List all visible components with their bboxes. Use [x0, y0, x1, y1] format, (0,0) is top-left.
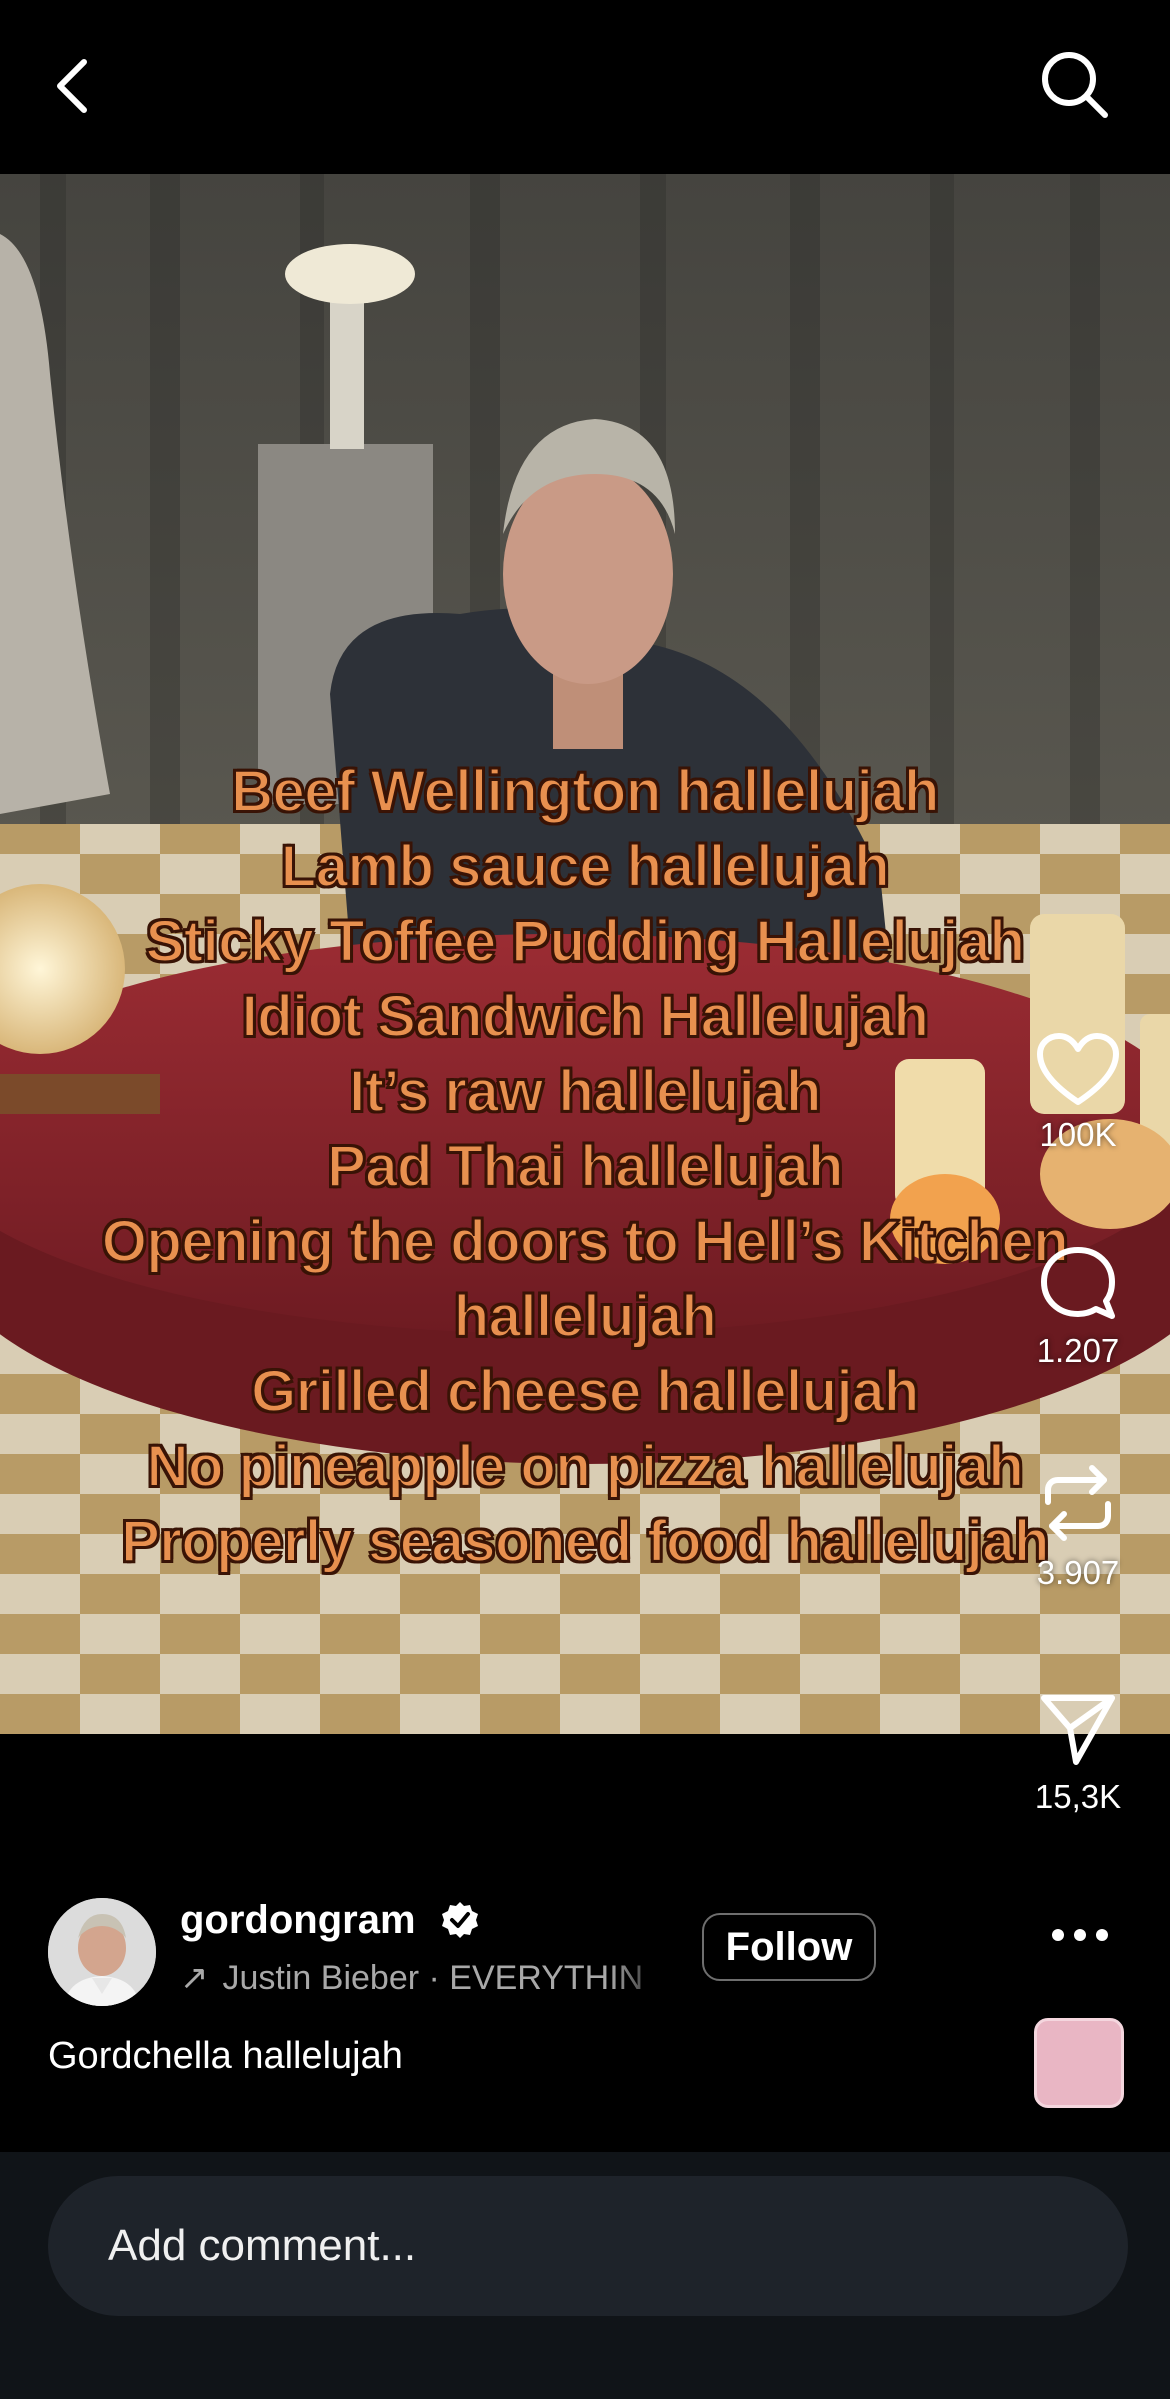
like-button[interactable]: 100K: [998, 1032, 1158, 1154]
comment-input[interactable]: [48, 2176, 1128, 2316]
repost-icon: [1045, 1465, 1111, 1541]
chevron-left-icon: [57, 59, 87, 113]
overlay-line: Pad Thai hallelujah: [326, 1133, 844, 1200]
overlay-line: Grilled cheese hallelujah: [250, 1358, 920, 1425]
top-bar: [0, 0, 1170, 174]
music-fade: [610, 1958, 670, 2002]
overlay-line: It’s raw hallelujah: [348, 1058, 822, 1125]
comment-count: 1.207: [1036, 1332, 1120, 1369]
comment-bar: [0, 2152, 1170, 2399]
overlay-line: Beef Wellington hallelujah: [230, 758, 940, 825]
send-icon: [1041, 1695, 1115, 1765]
music-attribution[interactable]: ↗ Justin Bieber · EVERYTHIN: [180, 1958, 670, 2002]
verified-badge-icon: [442, 1902, 478, 1938]
video-player[interactable]: Beef Wellington hallelujah Lamb sauce ha…: [0, 174, 1170, 1734]
comment-icon: [1041, 1247, 1115, 1319]
audio-thumbnail[interactable]: [1034, 2018, 1124, 2108]
overlay-line: Lamb sauce hallelujah: [280, 833, 891, 900]
follow-button[interactable]: Follow: [702, 1913, 876, 1981]
like-count: 100K: [1039, 1116, 1117, 1153]
post-author-row: gordongram ↗ Justin Bieber · EVERYTHIN Fo…: [0, 1880, 1170, 2020]
avatar[interactable]: [48, 1898, 156, 2006]
back-button[interactable]: [40, 50, 104, 122]
overlay-line: Opening the doors to Hell’s Kitchen: [101, 1208, 1070, 1275]
overlay-line: hallelujah: [453, 1283, 718, 1350]
share-count: 15,3K: [1034, 1778, 1122, 1815]
comment-button[interactable]: 1.207: [998, 1244, 1158, 1370]
share-button[interactable]: 15,3K: [998, 1690, 1158, 1816]
music-text: Justin Bieber · EVERYTHIN: [222, 1959, 644, 1997]
more-horizontal-icon: [1052, 1929, 1108, 1941]
overlay-line: Sticky Toffee Pudding Hallelujah: [145, 908, 1026, 975]
more-options-button[interactable]: [1040, 1910, 1120, 1960]
arrow-up-right-icon: ↗: [180, 1959, 209, 1997]
search-button[interactable]: [1035, 45, 1115, 125]
video-text-overlay: Beef Wellington hallelujah Lamb sauce ha…: [0, 754, 1170, 1579]
repost-button[interactable]: 3.907: [998, 1460, 1158, 1592]
avatar-photo: [48, 1898, 156, 2006]
overlay-line: No pineapple on pizza hallelujah: [146, 1433, 1025, 1500]
post-caption: Gordchella hallelujah: [48, 2035, 403, 2077]
username[interactable]: gordongram: [180, 1898, 416, 1943]
search-icon: [1042, 52, 1108, 118]
repost-count: 3.907: [1036, 1554, 1120, 1591]
overlay-line: Idiot Sandwich Hallelujah: [241, 983, 930, 1050]
heart-icon: [1037, 1033, 1119, 1105]
overlay-line: Properly seasoned food hallelujah: [120, 1508, 1050, 1575]
